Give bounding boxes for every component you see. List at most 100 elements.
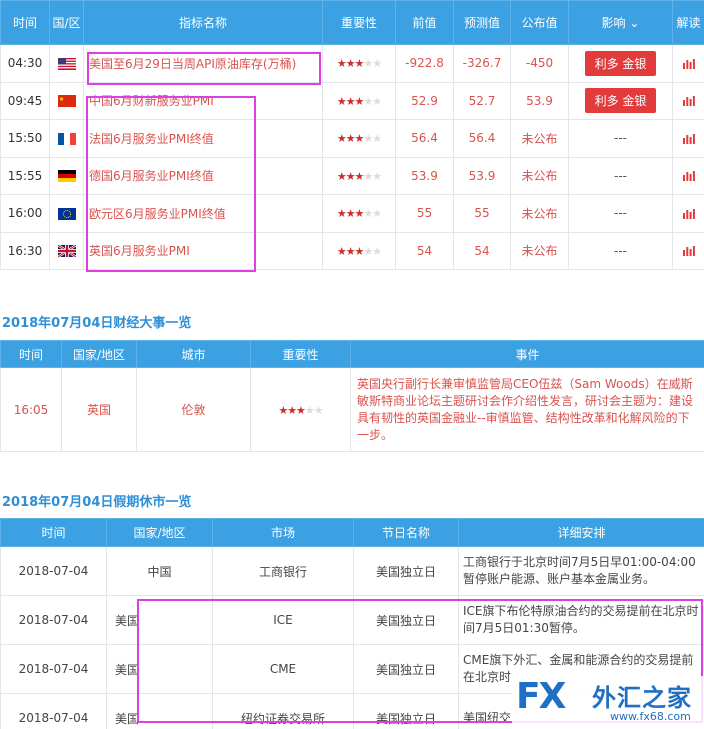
holiday-time: 2018-07-04 xyxy=(0,644,107,694)
bar-chart-icon[interactable] xyxy=(682,171,695,182)
events-header-row: 时间 国家/地区 城市 重要性 事件 xyxy=(0,340,704,368)
forecast-value: 56.4 xyxy=(453,119,511,158)
published-value: 未公布 xyxy=(510,156,569,195)
effect-cell: --- xyxy=(568,156,673,195)
importance: ★★★★★ xyxy=(322,119,396,158)
holiday-region: 美国 xyxy=(106,644,213,694)
indicator-name[interactable]: 美国至6月29日当周API原油库存(万桶) xyxy=(83,44,323,83)
header-region: 国家/地区 xyxy=(61,340,137,368)
forecast-value: 54 xyxy=(453,231,511,270)
importance: ★★★★★ xyxy=(322,44,396,83)
header-time: 时间 xyxy=(0,0,50,45)
table-row: 16:05 英国 伦敦 ★★★★★ 英国央行副行长兼审慎监管局CEO伍兹（Sam… xyxy=(0,367,704,452)
effect-cell: --- xyxy=(568,194,673,233)
published-value: -450 xyxy=(510,44,569,83)
indicator-name[interactable]: 德国6月服务业PMI终值 xyxy=(83,156,323,195)
header-market: 市场 xyxy=(212,518,354,547)
table-row: 2018-07-04 中国 工商银行 美国独立日 工商银行于北京时间7月5日早01:00… xyxy=(0,546,704,596)
importance-stars: ★★★★★ xyxy=(336,94,382,108)
header-importance: 重要性 xyxy=(250,340,351,368)
fx68-watermark: FX 外汇之家 www.fx68.com xyxy=(512,676,704,729)
table-row: 04:30 美国至6月29日当周API原油库存(万桶) ★★★★★ -922.8 -32… xyxy=(0,44,704,83)
row-time: 04:30 xyxy=(0,44,50,83)
holiday-name: 美国独立日 xyxy=(353,693,459,729)
header-time: 时间 xyxy=(0,518,107,547)
header-city: 城市 xyxy=(136,340,251,368)
importance-stars: ★★★★★ xyxy=(336,244,382,258)
importance: ★★★★★ xyxy=(322,231,396,270)
importance-stars: ★★★★★ xyxy=(336,57,382,71)
header-effect[interactable]: 影响 ⌄ xyxy=(568,0,673,45)
table-row: 15:50 法国6月服务业PMI终值 ★★★★★ 56.4 56.4 未公布 --- xyxy=(0,119,704,158)
holiday-time: 2018-07-04 xyxy=(0,595,107,645)
importance-stars: ★★★★★ xyxy=(336,132,382,146)
indicator-name[interactable]: 欧元区6月服务业PMI终值 xyxy=(83,194,323,233)
previous-value: 54 xyxy=(395,231,454,270)
holiday-market: ICE xyxy=(212,595,354,645)
holiday-time: 2018-07-04 xyxy=(0,546,107,596)
indicator-name[interactable]: 英国6月服务业PMI xyxy=(83,231,323,270)
published-value: 未公布 xyxy=(510,194,569,233)
effect-cell: --- xyxy=(568,231,673,270)
forecast-value: -326.7 xyxy=(453,44,511,83)
importance-stars: ★★★★★ xyxy=(336,207,382,221)
header-effect-label: 影响 xyxy=(601,15,626,30)
bar-chart-icon[interactable] xyxy=(682,246,695,257)
holiday-market: CME xyxy=(212,644,354,694)
holiday-region: 中国 xyxy=(106,546,213,596)
analysis-cell[interactable] xyxy=(672,44,704,83)
country-flag xyxy=(49,119,84,158)
country-flag xyxy=(49,231,84,270)
effect-button[interactable]: 利多 金银 xyxy=(584,88,657,114)
holiday-region: 美国 xyxy=(106,595,213,645)
country-flag xyxy=(49,156,84,195)
major-events-table: 时间 国家/地区 城市 重要性 事件 16:05 英国 伦敦 ★★★★★ 英国央… xyxy=(0,340,704,452)
previous-value: 55 xyxy=(395,194,454,233)
bar-chart-icon[interactable] xyxy=(682,58,695,69)
header-event: 事件 xyxy=(350,340,704,368)
header-forecast: 预测值 xyxy=(453,0,511,45)
header-indicator: 指标名称 xyxy=(83,0,323,45)
analysis-cell[interactable] xyxy=(672,194,704,233)
table-row: 16:00 欧元区6月服务业PMI终值 ★★★★★ 55 55 未公布 --- xyxy=(0,194,704,233)
bar-chart-icon[interactable] xyxy=(682,133,695,144)
watermark-logo: FX xyxy=(516,676,566,717)
us-flag-icon xyxy=(57,56,76,70)
holiday-region: 美国 xyxy=(106,693,213,729)
forecast-value: 53.9 xyxy=(453,156,511,195)
effect-none: --- xyxy=(614,168,627,183)
indicator-name[interactable]: 法国6月服务业PMI终值 xyxy=(83,119,323,158)
effect-cell: 利多 金银 xyxy=(568,81,673,120)
event-time: 16:05 xyxy=(0,367,62,452)
effect-none: --- xyxy=(614,206,627,221)
chevron-down-icon[interactable]: ⌄ xyxy=(629,16,639,30)
header-time: 时间 xyxy=(0,340,62,368)
eu-flag-icon xyxy=(57,206,76,220)
bar-chart-icon[interactable] xyxy=(682,96,695,107)
holiday-header-row: 时间 国家/地区 市场 节日名称 详细安排 xyxy=(0,518,704,547)
table-row: 16:30 英国6月服务业PMI ★★★★★ 54 54 未公布 --- xyxy=(0,231,704,270)
holiday-detail: ICE旗下布伦特原油合约的交易提前在北京时间7月5日01:30暂停。 xyxy=(458,595,704,645)
indicator-name[interactable]: 中国6月财新服务业PMI xyxy=(83,81,323,120)
analysis-cell[interactable] xyxy=(672,81,704,120)
row-time: 16:00 xyxy=(0,194,50,233)
forecast-value: 55 xyxy=(453,194,511,233)
effect-button[interactable]: 利多 金银 xyxy=(584,50,657,76)
previous-value: -922.8 xyxy=(395,44,454,83)
analysis-cell[interactable] xyxy=(672,231,704,270)
previous-value: 52.9 xyxy=(395,81,454,120)
bar-chart-icon[interactable] xyxy=(682,208,695,219)
importance: ★★★★★ xyxy=(322,156,396,195)
analysis-cell[interactable] xyxy=(672,119,704,158)
watermark-name: 外汇之家 xyxy=(592,684,692,712)
row-time: 09:45 xyxy=(0,81,50,120)
event-region: 英国 xyxy=(61,367,137,452)
holiday-name: 美国独立日 xyxy=(353,546,459,596)
holiday-time: 2018-07-04 xyxy=(0,693,107,729)
importance-stars: ★★★★★ xyxy=(336,169,382,183)
analysis-cell[interactable] xyxy=(672,156,704,195)
row-time: 16:30 xyxy=(0,231,50,270)
country-flag xyxy=(49,194,84,233)
row-time: 15:50 xyxy=(0,119,50,158)
holiday-market: 工商银行 xyxy=(212,546,354,596)
